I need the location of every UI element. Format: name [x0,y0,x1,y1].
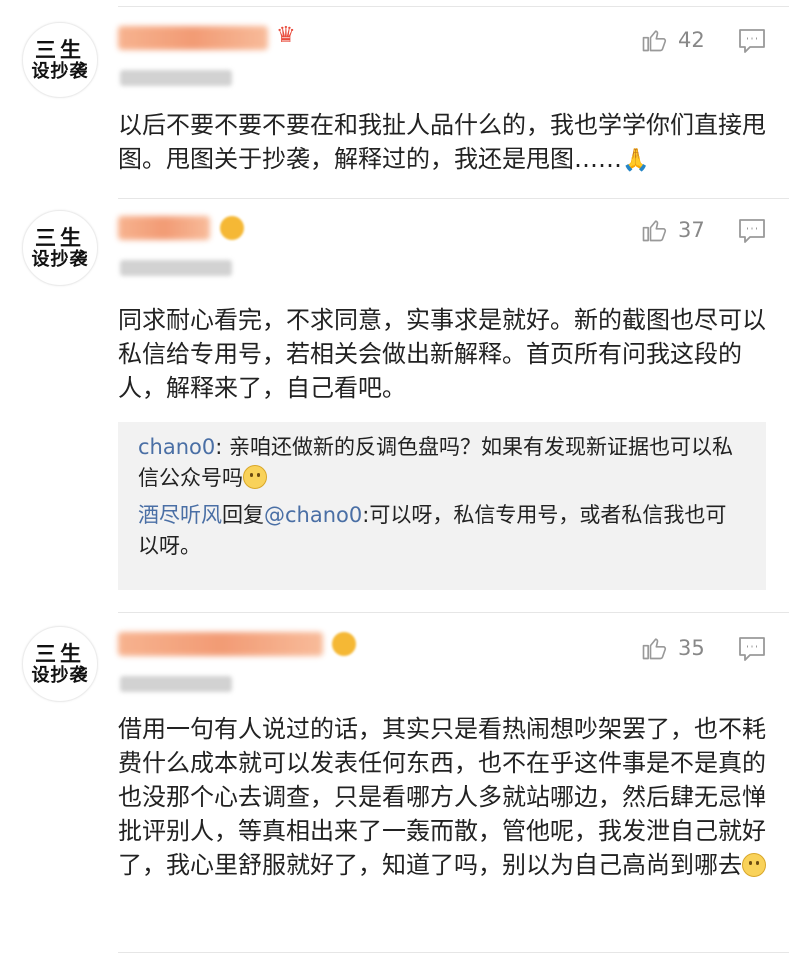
divider [118,952,789,953]
divider [118,612,789,613]
like-count: 42 [678,28,705,52]
comment-text: 同求耐心看完，不求同意，实事求是就好。新的截图也尽可以私信给专用号，若相关会做出… [118,306,766,402]
timestamp [120,676,232,692]
smile-emoji-icon [742,853,766,877]
divider [118,6,789,7]
smile-emoji-icon [243,465,267,489]
like-button[interactable]: 42 [640,26,705,54]
crown-badge-icon: ♛ [276,23,296,48]
username[interactable] [118,26,268,50]
comment-text: 借用一句有人说过的话，其实只是看热闹想吵架罢了，也不耗费什么成本就可以发表任何东… [118,715,766,879]
like-button[interactable]: 37 [640,216,705,244]
vip-badge-icon [332,632,356,656]
like-button[interactable]: 35 [640,634,705,662]
avatar[interactable]: 三生 设抄袭 [22,22,98,98]
sub-reply: chano0: 亲咱还做新的反调色盘吗？如果有发现新证据也可以私信公众号吗 [138,435,733,490]
vip-badge-icon [220,216,244,240]
thumbs-up-icon [642,220,667,242]
avatar[interactable]: 三生 设抄袭 [22,626,98,702]
username[interactable] [118,632,323,656]
reply-author-link[interactable]: chano0 [138,435,215,459]
like-count: 35 [678,636,705,660]
comment-icon[interactable] [738,28,766,54]
praying-hands-icon: 🙏 [622,148,650,173]
timestamp [120,70,232,86]
comment-text: 以后不要不要不要在和我扯人品什么的，我也学学你们直接甩图。甩图关于抄袭，解释过的… [118,108,768,178]
username[interactable] [118,216,210,240]
mention-link[interactable]: @chano0 [264,503,362,527]
timestamp [120,260,232,276]
sub-replies: chano0: 亲咱还做新的反调色盘吗？如果有发现新证据也可以私信公众号吗 酒尽… [118,422,766,590]
like-count: 37 [678,218,705,242]
thumbs-up-icon [642,30,667,52]
avatar[interactable]: 三生 设抄袭 [22,210,98,286]
reply-author-link[interactable]: 酒尽听风 [138,503,222,527]
sub-reply: 酒尽听风回复@chano0:可以呀，私信专用号，或者私信我也可以呀。 [138,503,727,558]
divider [118,198,789,199]
comment-icon[interactable] [738,636,766,662]
thumbs-up-icon [642,638,667,660]
comment-icon[interactable] [738,218,766,244]
